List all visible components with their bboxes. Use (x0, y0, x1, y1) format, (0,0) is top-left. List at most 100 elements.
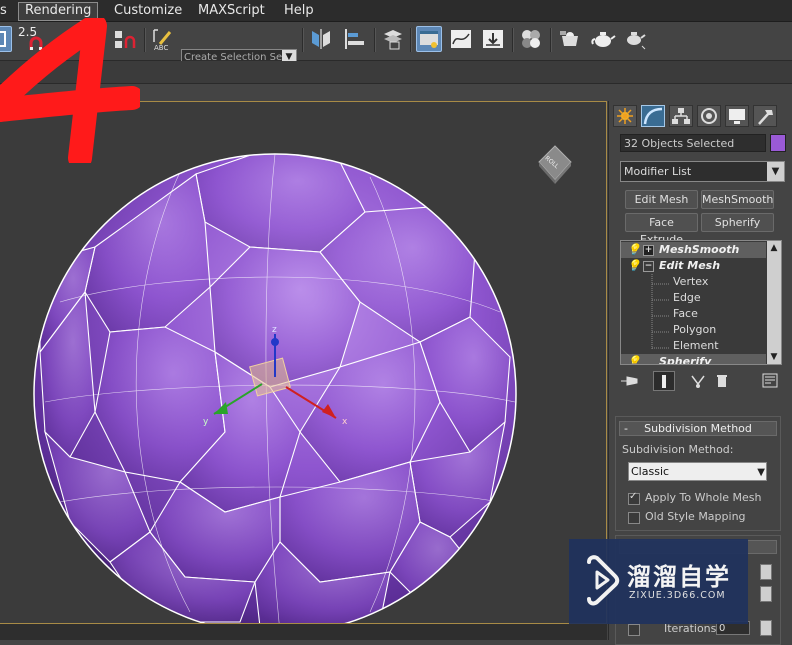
stack-toolbar (619, 371, 784, 393)
menu-item-customize[interactable]: Customize (108, 2, 188, 19)
menu-item-help[interactable]: Help (278, 2, 320, 19)
pin-stack-button[interactable] (619, 371, 641, 391)
stack-scrollbar[interactable]: ▲ ▼ (767, 241, 781, 364)
show-end-result-button[interactable] (653, 371, 675, 391)
modifier-stack[interactable]: 💡 + MeshSmooth 💡 − Edit Mesh Vertex Edge… (620, 240, 782, 365)
scene-explorer-button[interactable] (416, 26, 442, 52)
expand-plus-icon[interactable]: + (643, 245, 654, 256)
watermark-url: ZIXUE.3D66.COM (629, 590, 726, 601)
old-style-mapping-checkbox[interactable] (628, 512, 640, 524)
gizmo-x-label: x (342, 417, 348, 427)
stack-item-label: Spherify (659, 355, 712, 365)
object-color-swatch[interactable] (770, 134, 786, 152)
scene-explorer-icon (420, 31, 438, 48)
modify-tab[interactable] (641, 105, 665, 127)
edit-mesh-button[interactable]: Edit Mesh (625, 190, 698, 209)
soccer-ball-mesh[interactable]: z y x (0, 102, 607, 624)
watermark-badge: 溜溜自学 ZIXUE.3D66.COM (569, 539, 748, 624)
sub-object-face[interactable]: Face (621, 306, 766, 322)
edit-named-selection-icon: ABC (153, 29, 172, 52)
subdivision-method-label: Subdivision Method: (622, 443, 734, 456)
time-slider[interactable] (0, 624, 607, 640)
scroll-down-icon[interactable]: ▼ (767, 350, 781, 364)
render-production-button[interactable] (622, 26, 648, 52)
create-star-icon (617, 108, 633, 124)
stack-item-label: Edit Mesh (659, 259, 721, 272)
sub-object-vertex[interactable]: Vertex (621, 274, 766, 290)
watermark-title: 溜溜自学 (627, 563, 731, 591)
align-button[interactable] (342, 26, 368, 52)
create-tab[interactable] (613, 105, 637, 127)
spherify-button[interactable]: Spherify (701, 213, 774, 232)
menu-item-truncated[interactable]: s (0, 2, 13, 19)
chevron-down-icon: ▼ (767, 162, 784, 181)
face-extrude-button[interactable]: Face Extrude (625, 213, 698, 246)
rendered-frame-window-button[interactable] (590, 26, 616, 52)
configure-sets-icon (762, 373, 778, 388)
play-logo-icon (587, 555, 620, 606)
viewcube[interactable]: ROLL (533, 142, 577, 186)
lightbulb-icon: 💡 (627, 355, 641, 365)
scroll-up-icon[interactable]: ▲ (767, 241, 781, 255)
stack-item-edit-mesh[interactable]: 💡 − Edit Mesh (621, 258, 766, 274)
spinner-arrows[interactable] (760, 586, 772, 602)
hierarchy-icon (672, 108, 690, 124)
render-setup-button[interactable] (557, 26, 583, 52)
dope-sheet-button[interactable] (480, 26, 506, 52)
motion-tab[interactable] (697, 105, 721, 127)
curve-editor-icon (451, 30, 471, 48)
trash-icon (717, 375, 727, 387)
apply-whole-mesh-checkbox[interactable] (628, 491, 640, 505)
material-editor-icon (522, 30, 540, 48)
material-editor-button[interactable] (518, 26, 544, 52)
gizmo-z-label: z (272, 325, 277, 335)
remove-modifier-button[interactable] (711, 371, 733, 391)
meshsmooth-button[interactable]: MeshSmooth (701, 190, 774, 209)
curve-editor-button[interactable] (448, 26, 474, 52)
modify-curve-icon (643, 107, 663, 125)
stack-item-meshsmooth[interactable]: 💡 + MeshSmooth (621, 242, 766, 258)
subdivision-method-select[interactable]: Classic ▼ (628, 462, 767, 481)
rollout-title: Subdivision Method (644, 422, 752, 435)
collapse-minus-icon[interactable]: − (643, 261, 654, 272)
dope-sheet-icon (483, 30, 503, 48)
sub-object-edge[interactable]: Edge (621, 290, 766, 306)
rollout-header[interactable]: - Subdivision Method (619, 421, 777, 436)
stack-item-label: MeshSmooth (659, 243, 740, 256)
lightbulb-icon: 💡 (627, 259, 641, 272)
rollout-collapse-icon: - (624, 422, 628, 435)
layer-manager-icon (384, 30, 402, 50)
configure-modifier-sets-button[interactable] (759, 371, 781, 391)
svg-text:ABC: ABC (154, 44, 168, 52)
render-teapot-icon (627, 32, 646, 50)
display-tab[interactable] (725, 105, 749, 127)
sub-object-element[interactable]: Element (621, 338, 766, 354)
iterations-spinner[interactable] (760, 620, 772, 636)
mirror-button[interactable] (308, 26, 334, 52)
hammer-icon (758, 110, 773, 125)
motion-icon (701, 108, 717, 124)
chevron-down-icon: ▼ (757, 467, 765, 478)
mirror-icon (312, 29, 330, 49)
hierarchy-tab[interactable] (669, 105, 693, 127)
layer-manager-button[interactable] (380, 26, 406, 52)
edit-named-selection-button[interactable]: ABC (150, 26, 176, 52)
modifier-list-dropdown[interactable]: Modifier List ▼ (620, 161, 785, 182)
toolbar-separator (144, 28, 146, 52)
utilities-tab[interactable] (753, 105, 777, 127)
step-number-annotation (0, 18, 140, 163)
render-setup-icon (560, 31, 578, 46)
spinner-arrows[interactable] (760, 564, 772, 580)
teapot-icon (591, 32, 616, 47)
toolbar-separator (550, 28, 552, 52)
align-icon (345, 29, 364, 49)
apply-whole-mesh-label: Apply To Whole Mesh (645, 491, 762, 504)
iterations-checkbox[interactable] (628, 624, 640, 636)
selected-objects-field[interactable]: 32 Objects Selected (620, 134, 766, 152)
toolbar-separator (302, 28, 304, 52)
make-unique-button[interactable] (687, 371, 709, 391)
stack-item-spherify[interactable]: 💡 Spherify (621, 354, 766, 365)
sub-object-polygon[interactable]: Polygon (621, 322, 766, 338)
menu-item-maxscript[interactable]: MAXScript (192, 2, 271, 19)
perspective-viewport[interactable]: z y x ROLL (0, 101, 607, 624)
